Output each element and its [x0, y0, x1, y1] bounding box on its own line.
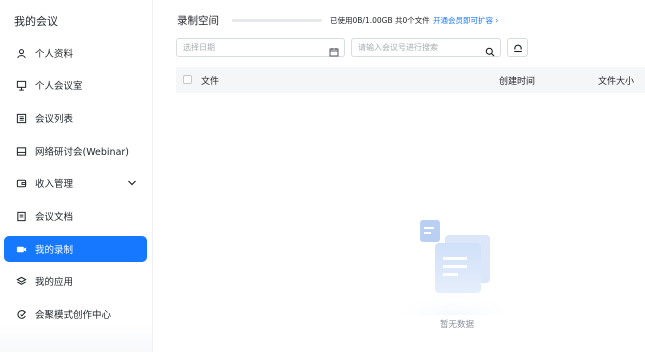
sidebar-item-label: 收入管理 — [35, 179, 74, 190]
chevron-down-icon[interactable] — [127, 178, 137, 188]
table-header: 文件 创建时间 文件大小 — [176, 67, 645, 93]
recording-space-panel: 录制空间 已使用0B/1.00GB 共0个文件 开通会员即可扩容 › 文件 创建… — [152, 0, 645, 352]
sidebar-item-label: 会议列表 — [35, 114, 74, 125]
sidebar-item-label: 个人会议室 — [35, 81, 83, 92]
sidebar-item-label: 个人资料 — [35, 49, 74, 60]
column-header-file-size[interactable]: 文件大小 — [598, 74, 634, 87]
person-icon — [16, 48, 27, 59]
sidebar-item-label: 会议文档 — [35, 212, 74, 223]
sidebar: 我的会议 个人资料 个人会议室 会议列表 网络研讨会(Webinar) 收入管理 — [0, 0, 153, 352]
document-icon — [16, 211, 27, 222]
meeting-room-icon — [16, 80, 27, 91]
webinar-icon — [16, 146, 27, 157]
storage-usage-bar — [232, 19, 322, 22]
creation-center-icon — [16, 309, 27, 320]
upgrade-storage-link[interactable]: 开通会员即可扩容 › — [433, 15, 498, 26]
recording-icon — [16, 244, 27, 255]
sidebar-item-label: 网络研讨会(Webinar) — [35, 147, 130, 158]
select-all-checkbox[interactable] — [183, 75, 192, 84]
sidebar-item-meeting-list[interactable]: 会议列表 — [4, 105, 147, 131]
refresh-icon — [513, 38, 523, 57]
date-picker-input[interactable] — [176, 38, 345, 57]
column-header-created-time[interactable]: 创建时间 — [499, 74, 535, 87]
sidebar-item-creation-center[interactable]: 会聚模式创作中心 — [4, 301, 147, 327]
empty-state-text: 暂无数据 — [440, 320, 475, 330]
column-header-file[interactable]: 文件 — [201, 74, 219, 87]
list-icon — [16, 113, 27, 124]
sidebar-item-profile[interactable]: 个人资料 — [4, 40, 147, 66]
sidebar-item-apps[interactable]: 我的应用 — [4, 268, 147, 294]
storage-usage-text: 已使用0B/1.00GB 共0个文件 — [330, 16, 430, 25]
sidebar-item-personal-room[interactable]: 个人会议室 — [4, 72, 147, 98]
sidebar-item-label: 我的应用 — [35, 277, 74, 288]
search-input[interactable] — [351, 38, 501, 57]
sidebar-item-label: 我的录制 — [35, 245, 74, 256]
sidebar-item-documents[interactable]: 会议文档 — [4, 203, 147, 229]
empty-state-illustration — [395, 215, 515, 337]
refresh-button[interactable] — [507, 38, 528, 57]
income-icon — [16, 178, 27, 189]
sidebar-bottom-fade — [0, 326, 152, 352]
sidebar-item-webinar[interactable]: 网络研讨会(Webinar) — [4, 138, 147, 164]
page-title: 录制空间 — [177, 15, 219, 27]
calendar-icon[interactable] — [329, 42, 339, 57]
sidebar-item-label: 会聚模式创作中心 — [35, 310, 112, 321]
search-icon[interactable] — [485, 42, 495, 57]
sidebar-item-recordings[interactable]: 我的录制 — [4, 236, 147, 262]
apps-icon — [16, 276, 27, 287]
sidebar-item-income[interactable]: 收入管理 — [4, 170, 147, 196]
sidebar-title: 我的会议 — [14, 15, 58, 28]
